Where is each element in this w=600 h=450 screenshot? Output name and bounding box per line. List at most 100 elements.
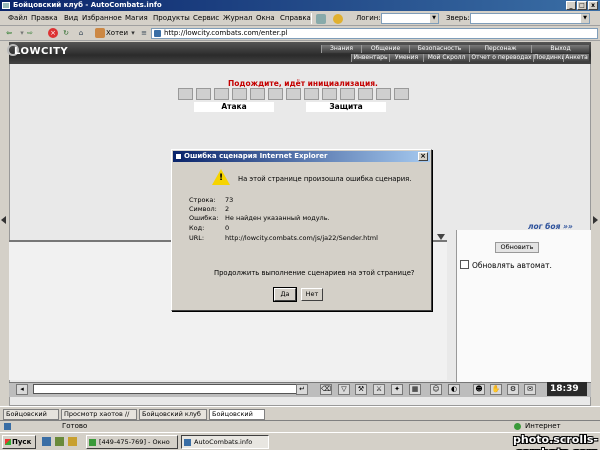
quicklaunch-folder-icon[interactable]	[68, 437, 77, 446]
item-slot[interactable]	[250, 88, 265, 100]
nav-character[interactable]: Персонаж	[469, 45, 531, 53]
chat-input[interactable]	[33, 384, 307, 394]
yes-button[interactable]: Да	[273, 287, 297, 302]
detail-key-line: Строка:	[189, 196, 216, 204]
left-collapse-arrow-icon[interactable]	[1, 216, 6, 224]
nav-communication[interactable]: Общение	[361, 45, 409, 53]
auto-refresh-checkbox[interactable]	[460, 260, 469, 269]
menu-journal[interactable]: Журнал	[223, 14, 252, 22]
dialog-question: Продолжить выполнение сценариев на этой …	[214, 269, 415, 277]
tab-fight-club-2[interactable]: Бойцовский клуб	[139, 409, 207, 420]
maximize-button[interactable]: □	[577, 1, 587, 10]
animal-select[interactable]: ▼	[470, 13, 590, 24]
item-slot[interactable]	[340, 88, 355, 100]
dialog-close-button[interactable]: ×	[418, 152, 428, 161]
send-icon[interactable]: ↵	[296, 384, 308, 395]
item-slot[interactable]	[322, 88, 337, 100]
ie-icon	[184, 439, 191, 446]
menu-edit[interactable]: Правка	[31, 14, 58, 22]
nav-knowledge[interactable]: Знания	[321, 45, 361, 53]
window-titlebar[interactable]: Бойцовский клуб - AutoCombats.info _ □ x	[0, 0, 600, 11]
internet-zone-icon	[514, 423, 521, 430]
close-button[interactable]: x	[588, 1, 598, 10]
quicklaunch-desktop-icon[interactable]	[55, 437, 64, 446]
menu-view[interactable]: Вид	[64, 14, 78, 22]
home-icon[interactable]	[316, 14, 326, 24]
forward-icon[interactable]: ⇨	[25, 28, 35, 38]
menu-magic[interactable]: Магия	[125, 14, 148, 22]
detail-value-code: 0	[225, 224, 230, 232]
helmet-icon[interactable]: ◐	[448, 384, 460, 395]
item-slot[interactable]	[358, 88, 373, 100]
tab-fight-club-3[interactable]: Бойцовский клуб	[209, 409, 265, 427]
nav-skills[interactable]: Умения	[389, 54, 423, 62]
tab-fight-club-1[interactable]: Бойцовский клуб	[3, 409, 59, 427]
hotkeys-label[interactable]: Хотеи	[106, 29, 128, 37]
status-text: Готово	[62, 422, 88, 430]
back-icon[interactable]: ⇦	[4, 28, 14, 38]
right-collapse-arrow-icon[interactable]	[593, 216, 598, 224]
menu-help[interactable]: Справка	[280, 14, 311, 22]
no-button[interactable]: Нет	[301, 288, 323, 301]
smile-icon[interactable]: ☺	[430, 384, 442, 395]
nav-security[interactable]: Безопасность	[409, 45, 469, 53]
nav-profile[interactable]: Анкета	[563, 54, 589, 62]
home-icon[interactable]: ⌂	[76, 28, 86, 38]
address-bar[interactable]: http://lowcity.combats.com/enter.pl	[151, 28, 598, 39]
menu-products[interactable]: Продукты	[153, 14, 190, 22]
chevron-down-icon[interactable]: ▾	[128, 28, 138, 38]
refresh-button[interactable]: Обновить	[495, 242, 539, 253]
chat-mode-icon[interactable]: ◂	[16, 384, 28, 395]
chevron-down-icon: ▼	[581, 14, 589, 23]
menu-windows[interactable]: Окна	[256, 14, 275, 22]
nav-exit[interactable]: Выход	[531, 45, 589, 53]
page-favicon	[154, 30, 161, 37]
scroll-icon[interactable]: ✉	[524, 384, 536, 395]
dialog-titlebar[interactable]: Ошибка сценария Internet Explorer ×	[173, 151, 430, 162]
task-autocombats[interactable]: AutoCombats.info	[181, 435, 269, 449]
hotkeys-icon[interactable]	[95, 28, 105, 38]
fight-icon[interactable]: ⚔	[373, 384, 385, 395]
item-slot[interactable]	[286, 88, 301, 100]
item-slot[interactable]	[376, 88, 391, 100]
start-button[interactable]: Пуск	[2, 435, 36, 449]
item-slot[interactable]	[232, 88, 247, 100]
ie-dialog-icon	[175, 153, 182, 160]
walk-icon[interactable]: ✦	[391, 384, 403, 395]
dialog-title: Ошибка сценария Internet Explorer	[184, 152, 328, 160]
tab-chaos-view[interactable]: Просмотр хаотов // Stalkers	[61, 409, 137, 427]
settings-icon[interactable]: ⚙	[507, 384, 519, 395]
item-slot[interactable]	[268, 88, 283, 100]
nav-transfer-report[interactable]: Отчет о переводах	[469, 54, 533, 62]
resize-arrow-icon[interactable]	[437, 234, 445, 240]
nav-inventory[interactable]: Инвентарь	[351, 54, 389, 62]
quicklaunch-ie-icon[interactable]	[42, 437, 51, 446]
nav-duels[interactable]: Поединки	[533, 54, 565, 62]
item-slot[interactable]	[394, 88, 409, 100]
defense-header: Защита	[306, 102, 386, 112]
nav-my-scroll[interactable]: Мой Скролл	[423, 54, 469, 62]
stop-icon[interactable]: ×	[48, 28, 58, 38]
menu-file[interactable]: Файл	[8, 14, 27, 22]
clear-icon[interactable]: ⌫	[320, 384, 332, 395]
address-go-icon[interactable]: ≡	[139, 28, 149, 38]
item-slot[interactable]	[196, 88, 211, 100]
detail-key-code: Код:	[189, 224, 205, 232]
hand-icon[interactable]: ✋	[490, 384, 502, 395]
menu-favorites[interactable]: Избранное	[82, 14, 122, 22]
filter-icon[interactable]: ▽	[338, 384, 350, 395]
login-select[interactable]: ▼	[381, 13, 439, 24]
item-slot[interactable]	[214, 88, 229, 100]
minimize-button[interactable]: _	[566, 1, 576, 10]
item-slot[interactable]	[304, 88, 319, 100]
item-slot[interactable]	[178, 88, 193, 100]
user-icon[interactable]: ☻	[473, 384, 485, 395]
task-icq-window[interactable]: [449-475-769] - Окно со...	[86, 435, 178, 449]
favorites-icon[interactable]	[333, 14, 343, 24]
hammer-icon[interactable]: ⚒	[355, 384, 367, 395]
menu-service[interactable]: Сервис	[193, 14, 219, 22]
refresh-icon[interactable]: ↻	[61, 28, 71, 38]
map-icon[interactable]: ▦	[409, 384, 421, 395]
menu-separator	[311, 13, 312, 24]
windows-logo-icon	[5, 439, 11, 445]
